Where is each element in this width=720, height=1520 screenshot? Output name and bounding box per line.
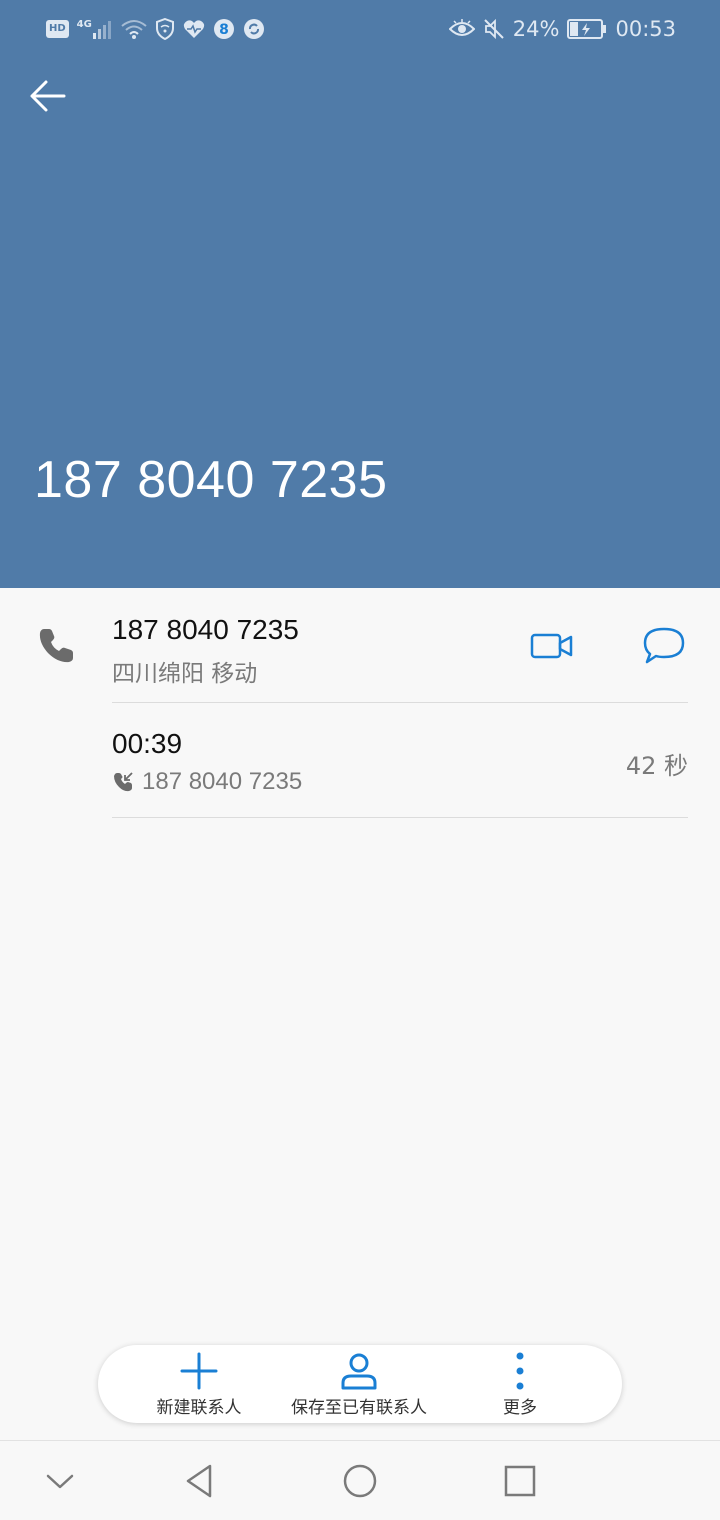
status-time: 00:53 xyxy=(615,17,676,41)
battery-percent: 24% xyxy=(512,17,560,41)
navigation-bar xyxy=(0,1440,720,1520)
wifi-icon xyxy=(121,20,147,39)
new-contact-label: 新建联系人 xyxy=(156,1398,242,1418)
more-vertical-icon xyxy=(516,1352,524,1390)
phone-icon xyxy=(39,629,73,663)
status-left: HD 4G 8 xyxy=(46,16,265,42)
call-log-item[interactable] xyxy=(0,704,720,818)
incoming-call-icon xyxy=(114,772,133,792)
call-number: 187 8040 7235 xyxy=(142,768,303,795)
app-8-icon: 8 xyxy=(213,19,234,39)
health-heart-icon xyxy=(183,20,204,38)
screen: HD 4G 8 24% 00:53 187 8040 7235 187 8040… xyxy=(0,0,720,1520)
vpn-shield-icon xyxy=(155,18,174,40)
signal-icon: 4G xyxy=(77,19,113,39)
call-duration: 42 秒 xyxy=(625,752,688,780)
collapse-chevron-icon[interactable] xyxy=(38,1459,82,1503)
eye-comfort-icon xyxy=(448,19,475,36)
contact-number: 187 8040 7235 xyxy=(112,614,299,645)
battery-icon xyxy=(567,19,607,39)
action-bar: 新建联系人 保存至已有联系人 更多 xyxy=(98,1345,622,1423)
message-icon[interactable] xyxy=(642,626,686,666)
svg-text:8: 8 xyxy=(219,22,229,38)
back-triangle-icon[interactable] xyxy=(178,1459,222,1503)
hd-icon: HD xyxy=(46,20,69,38)
contact-number-row[interactable]: 187 8040 7235 四川绵阳 移动 xyxy=(0,588,720,704)
divider xyxy=(112,702,688,703)
save-to-existing-contact-label: 保存至已有联系人 xyxy=(291,1398,427,1418)
header: HD 4G 8 24% 00:53 187 8040 7235 xyxy=(0,0,720,588)
video-call-icon[interactable] xyxy=(530,631,574,661)
recents-square-icon[interactable] xyxy=(498,1459,542,1503)
divider xyxy=(112,817,688,818)
call-log-detail: 187 8040 7235 xyxy=(112,768,302,796)
page-title: 187 8040 7235 xyxy=(34,451,388,509)
call-time: 00:39 xyxy=(112,728,183,759)
sync-icon xyxy=(243,19,264,39)
status-bar: HD 4G 8 24% 00:53 xyxy=(0,0,720,58)
more-button[interactable]: 更多 xyxy=(480,1345,560,1423)
new-contact-button[interactable]: 新建联系人 xyxy=(144,1345,254,1423)
number-location: 四川绵阳 移动 xyxy=(112,661,258,687)
mute-icon xyxy=(484,18,504,40)
plus-icon xyxy=(180,1352,218,1390)
home-circle-icon[interactable] xyxy=(338,1459,382,1503)
network-type: 4G xyxy=(76,19,92,30)
status-right: 24% 00:53 xyxy=(448,14,676,44)
save-to-existing-contact-button[interactable]: 保存至已有联系人 xyxy=(284,1345,434,1423)
person-icon xyxy=(341,1353,377,1390)
more-label: 更多 xyxy=(503,1398,537,1418)
back-arrow-icon[interactable] xyxy=(26,74,70,118)
